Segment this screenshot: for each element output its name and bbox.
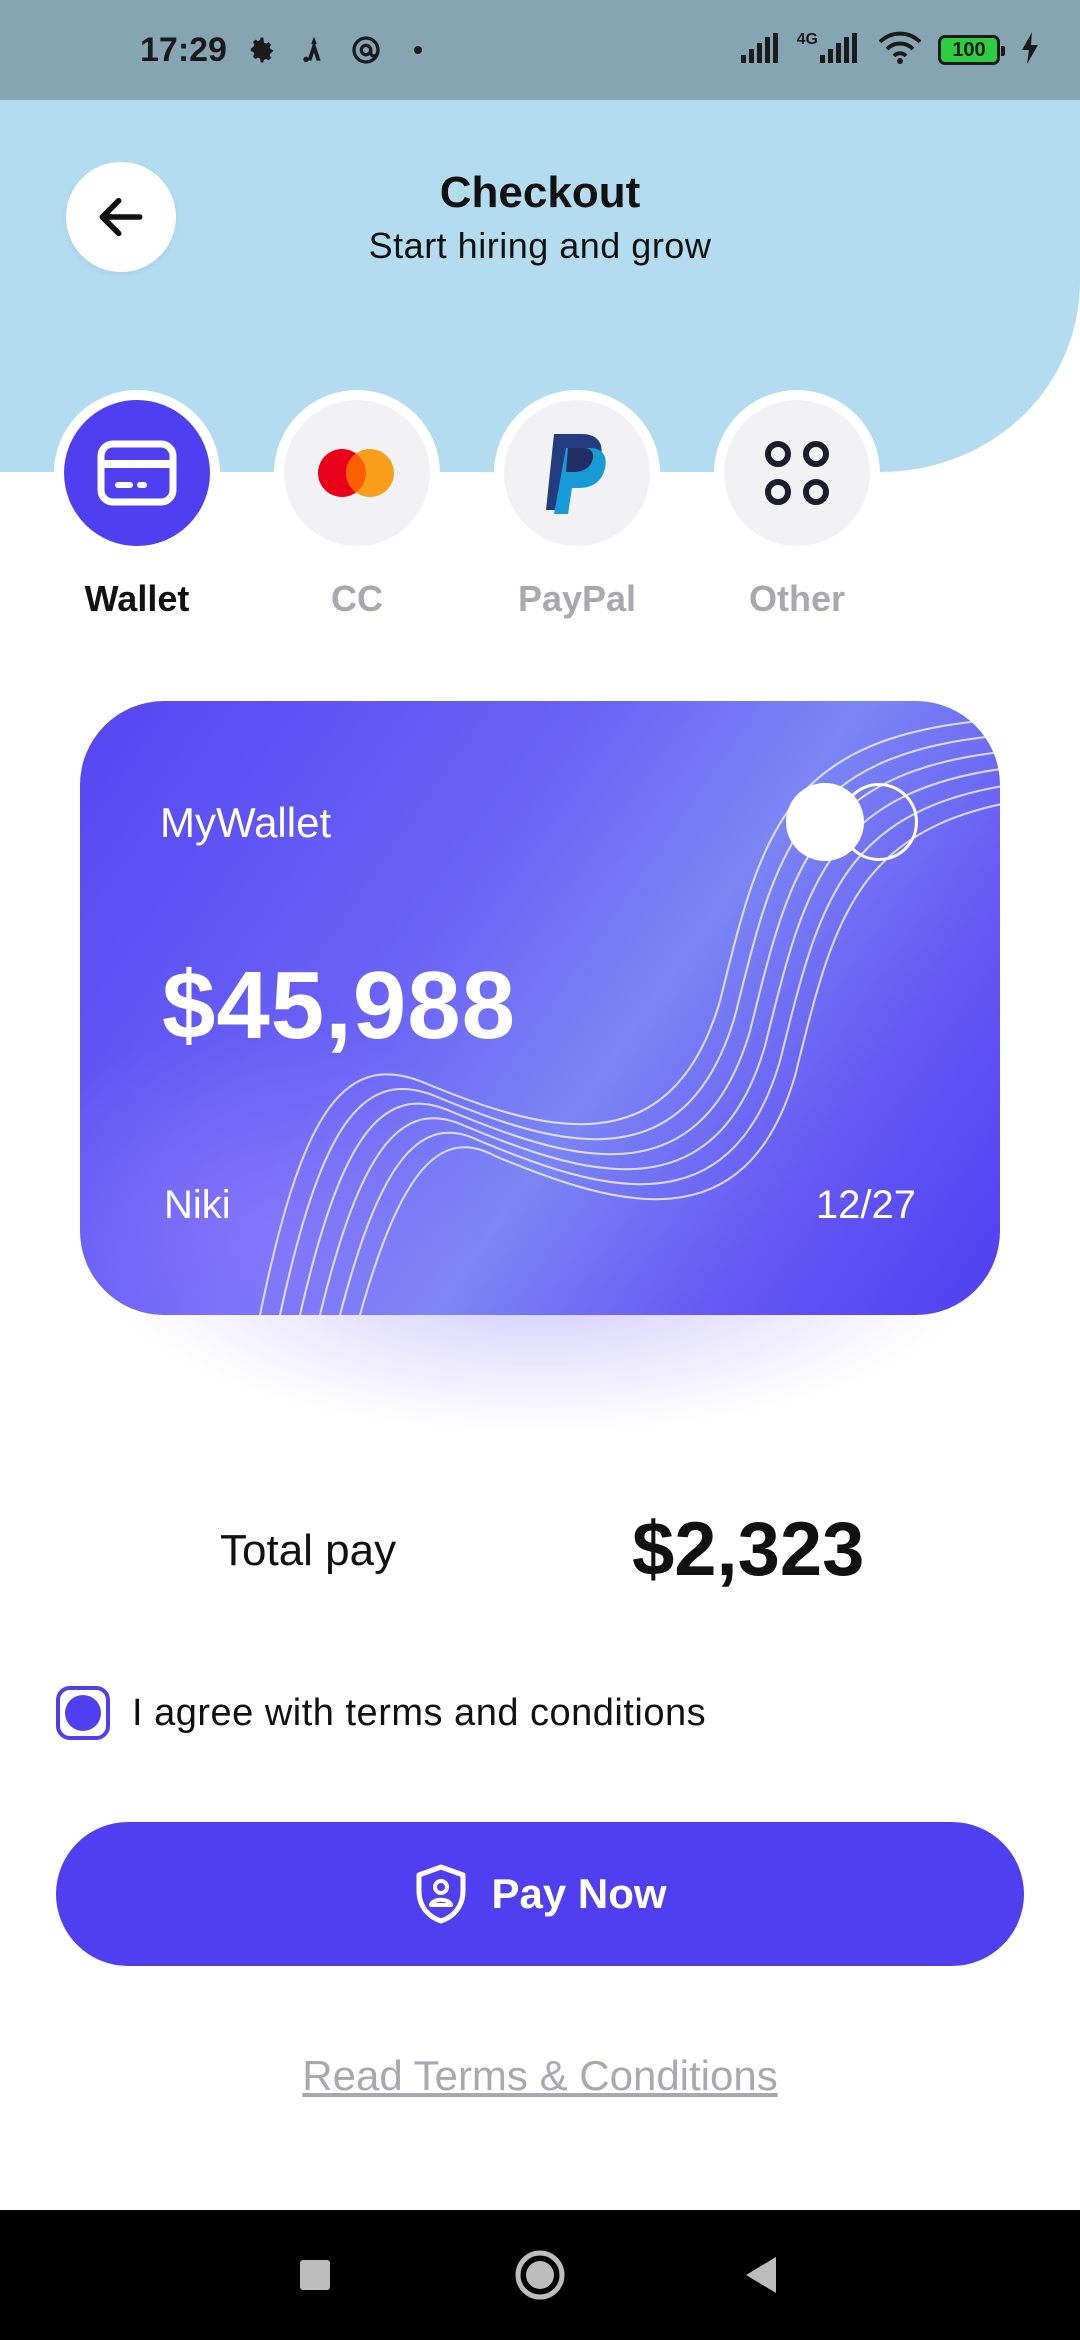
method-cc-circle [284,400,430,546]
read-terms-link[interactable]: Read Terms & Conditions [0,2052,1080,2100]
at-sign-icon [349,33,383,67]
wifi-icon [876,30,924,71]
pay-now-label: Pay Now [491,1870,667,1917]
terms-checkbox[interactable] [56,1686,110,1740]
method-cc-button[interactable] [274,390,440,556]
method-wallet-label[interactable]: Wallet [37,578,237,620]
network-type-label: 4G [796,31,818,48]
method-paypal-button[interactable] [494,390,660,556]
method-other-circle [724,400,870,546]
settings-gear-icon [245,33,279,67]
status-time: 17:29 [140,30,227,69]
mastercard-icon [318,449,394,497]
paypal-icon [546,434,606,514]
triangle-back-icon [746,2257,776,2293]
total-pay-value: $2,323 [632,1507,865,1592]
wallet-card-icon [97,440,177,506]
signal-icon [739,31,783,70]
square-icon [300,2260,330,2290]
total-pay-label: Total pay [220,1526,397,1575]
pay-now-button[interactable]: Pay Now [56,1822,1024,1966]
checkbox-checked-indicator [65,1695,101,1731]
recents-button[interactable] [255,2210,375,2340]
status-right: 4G 100 [739,0,1040,100]
battery-indicator: 100 [938,35,1005,65]
signal-4g-icon [818,31,862,70]
method-cc-label[interactable]: CC [257,578,457,620]
grid-dots-icon [765,441,829,505]
method-paypal-circle [504,400,650,546]
card-holder-name: Niki [164,1183,231,1227]
page-title: Checkout [439,168,641,217]
status-bar: 17:29 4G 100 [0,0,1080,100]
system-navigation-bar [0,2210,1080,2340]
method-wallet-button[interactable] [54,390,220,556]
method-wallet-circle [64,400,210,546]
method-other-button[interactable] [714,390,880,556]
app-notification-icon [297,33,331,67]
page-subtitle: Start hiring and grow [368,225,712,266]
status-left: 17:29 [140,0,435,100]
battery-level: 100 [952,38,986,61]
notification-dot-icon [401,33,435,67]
charging-bolt-icon [1020,31,1040,69]
back-nav-button[interactable] [700,2210,820,2340]
card-dot [786,783,864,861]
shield-user-icon [416,1864,466,1924]
home-button[interactable] [480,2210,600,2340]
wallet-balance: $45,988 [162,952,517,1059]
wallet-name: MyWallet [160,799,332,846]
wallet-card[interactable]: MyWallet $45,988 Niki 12/27 [80,701,1000,1315]
method-other-label[interactable]: Other [697,578,897,620]
terms-checkbox-label[interactable]: I agree with terms and conditions [132,1692,706,1735]
method-paypal-label[interactable]: PayPal [477,578,677,620]
circle-home-icon [515,2250,565,2300]
card-expiry-date: 12/27 [815,1183,916,1227]
